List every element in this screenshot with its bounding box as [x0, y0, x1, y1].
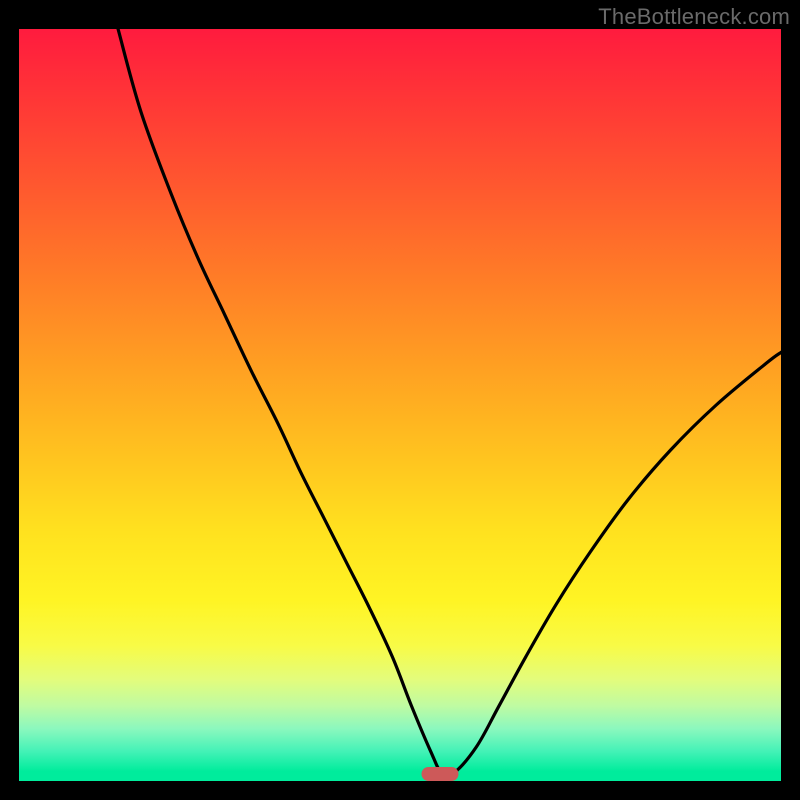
watermark-text: TheBottleneck.com: [598, 4, 790, 30]
curve-svg: [19, 29, 781, 781]
plot-area: [19, 29, 781, 781]
bottleneck-curve: [118, 29, 781, 777]
optimum-marker: [422, 767, 459, 781]
chart-container: TheBottleneck.com: [0, 0, 800, 800]
